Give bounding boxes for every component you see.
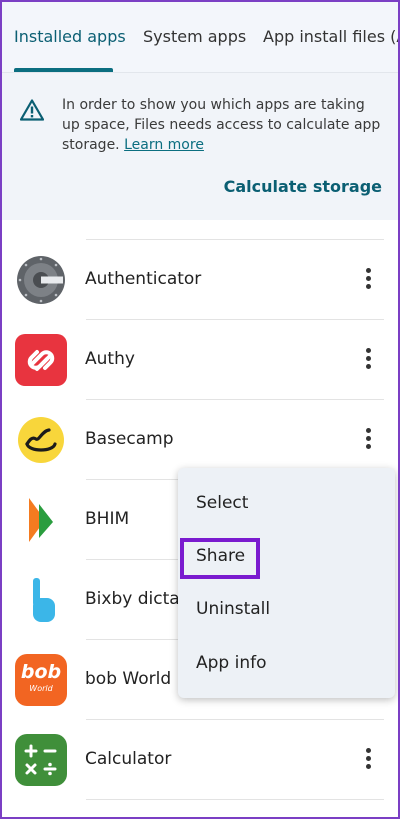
authenticator-icon (15, 254, 67, 306)
bob-world-icon: bob World (15, 654, 67, 706)
share-highlight-box (180, 538, 260, 579)
basecamp-icon (15, 414, 67, 466)
bhim-icon (15, 494, 67, 546)
authy-icon (15, 334, 67, 386)
warning-icon (20, 99, 44, 121)
list-item[interactable]: Authenticator (0, 240, 400, 320)
calculator-icon (15, 734, 67, 786)
list-item (0, 160, 400, 240)
app-name: Basecamp (85, 429, 174, 449)
more-options-icon[interactable] (360, 426, 376, 454)
learn-more-link[interactable]: Learn more (124, 137, 204, 153)
tab-app-install-files[interactable]: App install files (APKs) (263, 27, 400, 46)
list-item[interactable]: Calculator (0, 720, 400, 800)
more-options-icon[interactable] (360, 746, 376, 774)
tab-installed-apps[interactable]: Installed apps (14, 27, 126, 46)
tab-bar: Installed apps System apps App install f… (0, 0, 400, 72)
more-options-icon[interactable] (360, 266, 376, 294)
more-options-icon[interactable] (360, 346, 376, 374)
list-item[interactable]: Authy (0, 320, 400, 400)
app-context-menu: Select Share Uninstall App info (178, 468, 395, 698)
bob-logo-subtext: World (29, 684, 53, 693)
bob-logo-text: bob (20, 661, 62, 683)
tab-system-apps[interactable]: System apps (143, 27, 246, 46)
bixby-icon (15, 574, 67, 626)
menu-item-uninstall[interactable]: Uninstall (196, 599, 270, 619)
menu-item-app-info[interactable]: App info (196, 653, 267, 673)
menu-item-select[interactable]: Select (196, 493, 248, 513)
app-name: BHIM (85, 509, 130, 529)
app-name: Authenticator (85, 269, 202, 289)
banner-message: In order to show you which apps are taki… (62, 95, 382, 155)
app-name: Calculator (85, 749, 172, 769)
app-name: Authy (85, 349, 135, 369)
banner-message-text: In order to show you which apps are taki… (62, 97, 381, 153)
app-name: bob World (85, 669, 172, 689)
